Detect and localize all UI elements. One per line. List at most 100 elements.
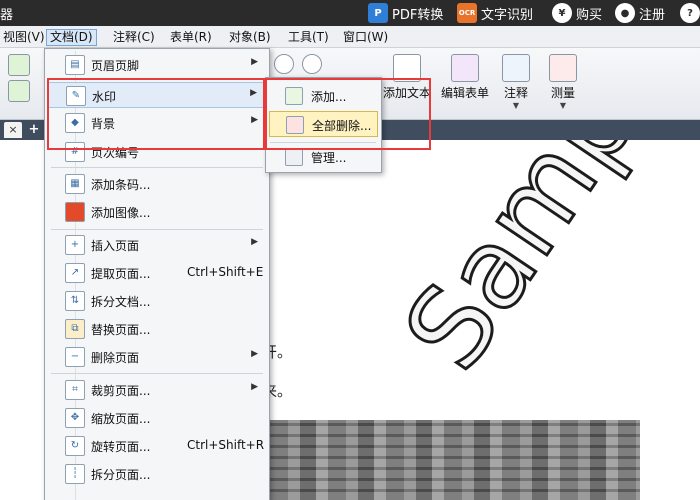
menu-item-label: 删除页面 bbox=[91, 351, 140, 365]
menu-item-label: 裁剪页面... bbox=[91, 384, 151, 398]
submenu-item-label: 添加... bbox=[311, 90, 347, 104]
help-button[interactable]: ? bbox=[680, 2, 700, 24]
text-icon bbox=[393, 54, 421, 82]
menu-item-label: 背景 bbox=[91, 117, 116, 131]
menu-item-label: 旋转页面... bbox=[91, 440, 151, 454]
menu-item-background[interactable]: ◆ 背景 ▶ bbox=[48, 110, 266, 136]
header-footer-icon: ▤ bbox=[65, 55, 85, 75]
buy-button[interactable]: ¥ 购买 bbox=[552, 2, 602, 24]
yen-icon: ¥ bbox=[552, 3, 572, 23]
menu-item-header-footer[interactable]: ▤ 页眉页脚 ▶ bbox=[48, 52, 266, 78]
menu-item-label: 缩放页面... bbox=[91, 412, 151, 426]
menu-item-label: 替换页面... bbox=[91, 323, 151, 337]
new-tab-icon[interactable]: + bbox=[26, 122, 42, 138]
menu-separator bbox=[51, 167, 263, 168]
extract-page-icon: ↗ bbox=[65, 263, 85, 283]
edit-form-button[interactable]: 编辑表单 bbox=[438, 50, 492, 116]
insert-page-icon: + bbox=[65, 235, 85, 255]
add-text-button[interactable]: 添加文本 bbox=[380, 50, 434, 116]
submenu-item-add[interactable]: 添加... bbox=[269, 83, 378, 109]
menu-item-delete-page[interactable]: − 删除页面 ▶ bbox=[48, 344, 266, 370]
submenu-item-manage[interactable]: 管理... bbox=[269, 144, 378, 170]
menu-item-split-page[interactable]: ┆ 拆分页面... bbox=[48, 461, 266, 487]
arrow-left-icon bbox=[8, 54, 30, 76]
menu-item-insert-page[interactable]: + 插入页面 ▶ bbox=[48, 232, 266, 258]
delete-page-icon: − bbox=[65, 347, 85, 367]
menu-view[interactable]: 视图(V) bbox=[0, 29, 48, 46]
title-bar: 器 P PDF转换 OCR 文字识别 ¥ 购买 ● 注册 ? bbox=[0, 0, 700, 26]
menu-item-rotate-page[interactable]: ↻ 旋转页面... Ctrl+Shift+R bbox=[48, 433, 266, 459]
menu-tools[interactable]: 工具(T) bbox=[285, 29, 332, 46]
menu-item-label: 水印 bbox=[92, 90, 117, 104]
menu-window[interactable]: 窗口(W) bbox=[340, 29, 391, 46]
add-text-label: 添加文本 bbox=[382, 86, 431, 100]
ocr-button[interactable]: OCR 文字识别 bbox=[457, 2, 533, 24]
menu-item-label: 拆分文档... bbox=[91, 295, 151, 309]
replace-page-icon: ⧉ bbox=[65, 319, 85, 339]
ocr-label: 文字识别 bbox=[481, 7, 534, 23]
submenu-arrow-icon: ▶ bbox=[251, 382, 258, 392]
zoom-in-icon bbox=[274, 54, 295, 74]
watermark-icon: ✎ bbox=[66, 86, 86, 106]
submenu-item-delete-all[interactable]: 全部删除... bbox=[269, 111, 378, 137]
annotate-caret-icon: ▼ bbox=[512, 101, 520, 110]
menu-object[interactable]: 对象(B) bbox=[226, 29, 274, 46]
menu-item-label: 添加条码... bbox=[91, 178, 151, 192]
split-page-icon: ┆ bbox=[65, 464, 85, 484]
document-photo bbox=[270, 420, 640, 500]
submenu-separator bbox=[270, 142, 376, 143]
menu-item-crop-page[interactable]: ⌗ 裁剪页面... ▶ bbox=[48, 377, 266, 403]
menu-bar: 视图(V) 文档(D) 注释(C) 表单(R) 对象(B) 工具(T) 窗口(W… bbox=[0, 26, 700, 48]
form-icon bbox=[451, 54, 479, 82]
menu-item-add-image[interactable]: 添加图像... bbox=[48, 199, 266, 225]
help-icon: ? bbox=[680, 3, 700, 23]
menu-item-page-numbering[interactable]: # 页次编号 bbox=[48, 139, 266, 165]
menu-comment[interactable]: 注释(C) bbox=[110, 29, 158, 46]
menu-item-scale-page[interactable]: ✥ 缩放页面... bbox=[48, 405, 266, 431]
close-tab-icon[interactable]: × bbox=[4, 122, 22, 138]
annotate-button[interactable]: 注释 ▼ bbox=[496, 50, 536, 116]
delete-watermark-icon bbox=[286, 116, 304, 134]
scale-page-icon: ✥ bbox=[65, 408, 85, 428]
split-document-icon: ⇅ bbox=[65, 291, 85, 311]
menu-item-shortcut: Ctrl+Shift+E bbox=[187, 265, 264, 279]
background-icon: ◆ bbox=[65, 113, 85, 133]
pdf-convert-button[interactable]: P PDF转换 bbox=[368, 2, 443, 24]
menu-item-add-barcode[interactable]: ▦ 添加条码... bbox=[48, 171, 266, 197]
manage-watermark-icon bbox=[285, 148, 303, 166]
measure-label: 测量 bbox=[550, 86, 575, 100]
measure-caret-icon: ▼ bbox=[559, 101, 567, 110]
menu-item-label: 添加图像... bbox=[91, 206, 151, 220]
menu-item-label: 插入页面 bbox=[91, 239, 140, 253]
app-title-fragment: 器 bbox=[0, 8, 14, 23]
measure-icon bbox=[549, 54, 577, 82]
rotate-page-icon: ↻ bbox=[65, 436, 85, 456]
register-button[interactable]: ● 注册 bbox=[615, 2, 665, 24]
crop-icon: ⌗ bbox=[65, 380, 85, 400]
measure-button[interactable]: 测量 ▼ bbox=[543, 50, 583, 116]
watermark-submenu: 添加... 全部删除... 管理... bbox=[265, 77, 382, 173]
menu-item-replace-page[interactable]: ⧉ 替换页面... bbox=[48, 316, 266, 342]
menu-item-split-document[interactable]: ⇅ 拆分文档... bbox=[48, 288, 266, 314]
menu-item-label: 页眉页脚 bbox=[91, 59, 140, 73]
user-icon: ● bbox=[615, 3, 635, 23]
document-menu: ▤ 页眉页脚 ▶ ✎ 水印 ▶ ◆ 背景 ▶ # 页次编号 ▦ 添加条码... … bbox=[44, 48, 270, 500]
menu-item-extract-page[interactable]: ↗ 提取页面... Ctrl+Shift+E bbox=[48, 260, 266, 286]
buy-label: 购买 bbox=[576, 7, 603, 23]
submenu-arrow-icon: ▶ bbox=[251, 349, 258, 359]
menu-form[interactable]: 表单(R) bbox=[167, 29, 215, 46]
menu-item-label: 拆分页面... bbox=[91, 468, 151, 482]
back-button[interactable] bbox=[4, 50, 34, 116]
menu-item-watermark[interactable]: ✎ 水印 ▶ bbox=[48, 82, 266, 108]
menu-item-label: 提取页面... bbox=[91, 267, 151, 281]
submenu-item-label: 全部删除... bbox=[312, 119, 372, 133]
menu-document[interactable]: 文档(D) bbox=[46, 29, 97, 46]
menu-item-shortcut: Ctrl+Shift+R bbox=[187, 438, 265, 452]
submenu-arrow-icon: ▶ bbox=[251, 237, 258, 247]
add-watermark-icon bbox=[285, 87, 303, 105]
page-number-icon: # bbox=[65, 142, 85, 162]
ocr-icon: OCR bbox=[457, 3, 477, 23]
zoom-out-icon bbox=[301, 54, 322, 74]
submenu-item-label: 管理... bbox=[311, 151, 347, 165]
annotate-icon bbox=[502, 54, 530, 82]
